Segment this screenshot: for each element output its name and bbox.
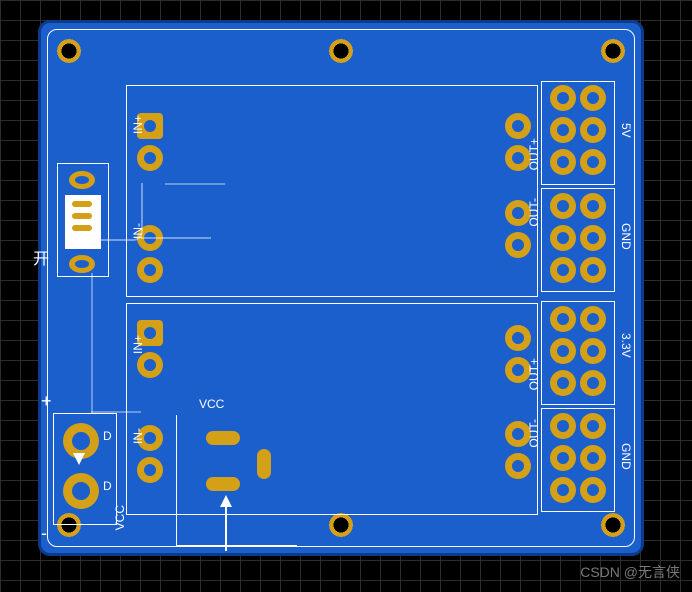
power-in-pad-minus <box>63 473 99 509</box>
trace-line <box>141 237 211 239</box>
arrow-icon <box>220 495 232 507</box>
trace-line <box>91 411 141 413</box>
label-vcc-top: VCC <box>199 397 224 411</box>
header-gnd2 <box>548 411 608 507</box>
switch-slot <box>72 213 92 219</box>
pad-out-plus-1 <box>505 113 531 139</box>
mounting-hole <box>599 511 627 539</box>
trace-line <box>91 273 93 413</box>
header-gnd1 <box>548 191 608 287</box>
label-out-minus-1: OUT- <box>527 198 541 227</box>
arrow-line <box>225 503 227 551</box>
label-out-plus-1: OUT+ <box>527 138 541 170</box>
label-d2: D <box>103 479 112 493</box>
pad-out-minus-2b <box>505 453 531 479</box>
watermark-text: CSDN @无言侠 <box>580 562 680 582</box>
mounting-hole <box>327 37 355 65</box>
label-in-minus-2: IN- <box>131 428 145 444</box>
label-out-plus-2: OUT+ <box>527 358 541 390</box>
switch-pad <box>69 171 95 189</box>
label-in-plus-1: IN+ <box>131 115 145 134</box>
label-switch-cn: 开 <box>33 245 49 269</box>
label-3v3: 3.3V <box>619 333 633 358</box>
smd-pad <box>206 431 240 445</box>
trace-line <box>165 183 225 185</box>
label-5v: 5V <box>619 123 633 138</box>
mounting-hole <box>55 37 83 65</box>
arrow-icon <box>73 453 85 465</box>
switch-slot <box>72 225 92 231</box>
pad-in-minus-2b <box>137 457 163 483</box>
mounting-hole <box>327 511 355 539</box>
pad-in-plus-1b <box>137 145 163 171</box>
trace-line <box>101 183 143 241</box>
pad-in-plus-2b <box>137 352 163 378</box>
label-vcc-bottom: VCC <box>113 505 127 530</box>
switch-pad <box>69 255 95 273</box>
pad-out-plus-2 <box>505 325 531 351</box>
label-d1: D <box>103 429 112 443</box>
label-gnd2: GND <box>619 443 633 470</box>
label-minus: - <box>41 523 47 544</box>
header-3v3 <box>548 304 608 400</box>
header-5v <box>548 83 608 179</box>
pad-in-minus-1b <box>137 257 163 283</box>
label-plus: + <box>41 391 52 412</box>
pcb-board: IN+ IN- OUT+ OUT- IN+ IN- OUT+ OUT- 5V <box>38 20 644 556</box>
switch-slot <box>72 201 92 207</box>
label-in-plus-2: IN+ <box>131 335 145 354</box>
smd-pad <box>206 477 240 491</box>
smd-pad <box>257 449 271 479</box>
label-out-minus-2: OUT- <box>527 419 541 448</box>
module1-outline <box>126 85 538 297</box>
pad-out-minus-1b <box>505 232 531 258</box>
label-gnd1: GND <box>619 223 633 250</box>
mounting-hole <box>599 37 627 65</box>
pcb-canvas: IN+ IN- OUT+ OUT- IN+ IN- OUT+ OUT- 5V <box>0 0 692 592</box>
